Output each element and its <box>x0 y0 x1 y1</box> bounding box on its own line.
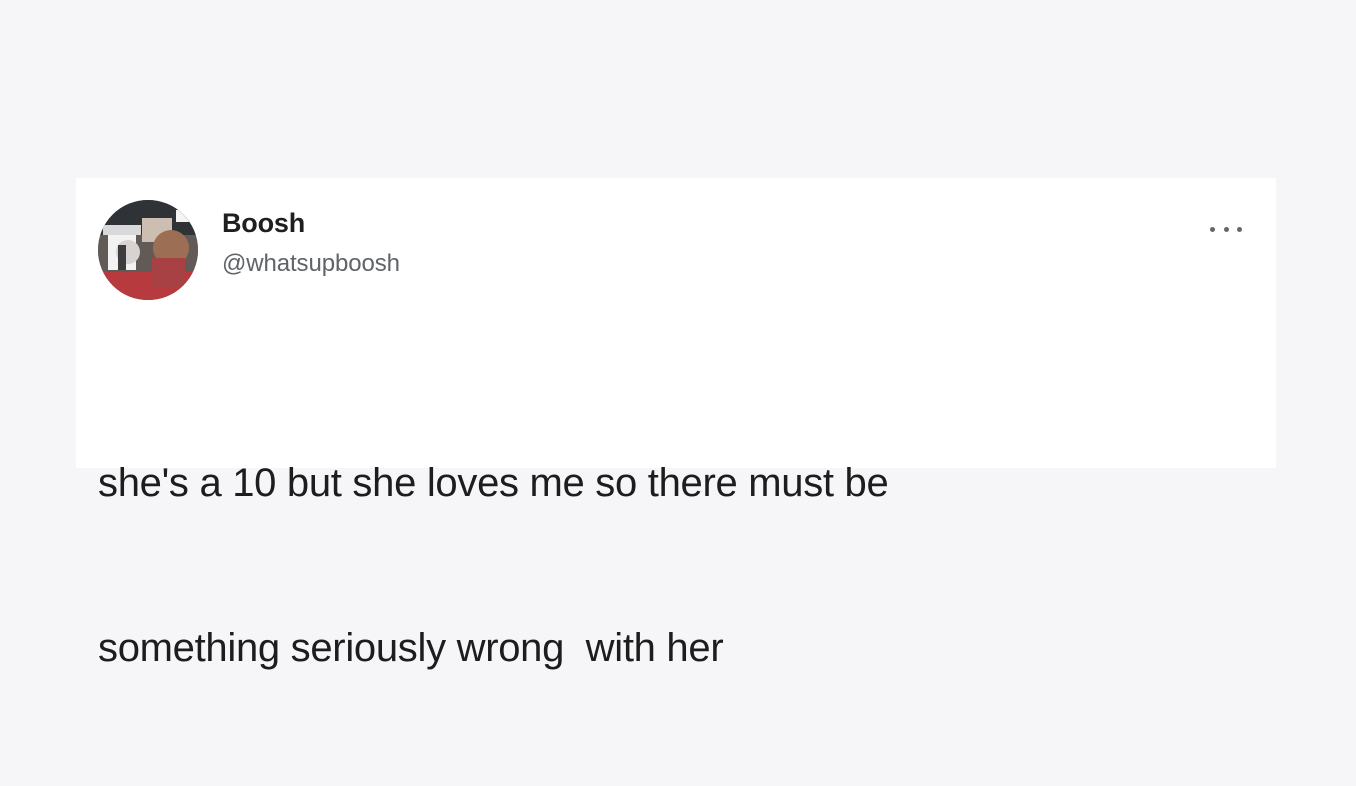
tweet-text: she's a 10 but she loves me so there mus… <box>98 346 1138 786</box>
tweet-text-line-1: she's a 10 but she loves me so there mus… <box>98 461 889 505</box>
user-info: Boosh @whatsupboosh <box>222 210 400 276</box>
profile-photo-icon[interactable] <box>98 200 198 300</box>
more-dot-1 <box>1210 226 1215 232</box>
tweet-card: Boosh @whatsupboosh she's a 10 but she l… <box>76 178 1276 670</box>
author-display-name[interactable]: Boosh <box>222 210 400 237</box>
author-handle[interactable]: @whatsupboosh <box>222 252 400 276</box>
more-dot-3 <box>1237 226 1242 232</box>
more-dot-2 <box>1223 226 1229 232</box>
tweet-text-line-2: something seriously wrong with her <box>98 626 724 670</box>
more-options-icon[interactable] <box>1210 220 1242 238</box>
